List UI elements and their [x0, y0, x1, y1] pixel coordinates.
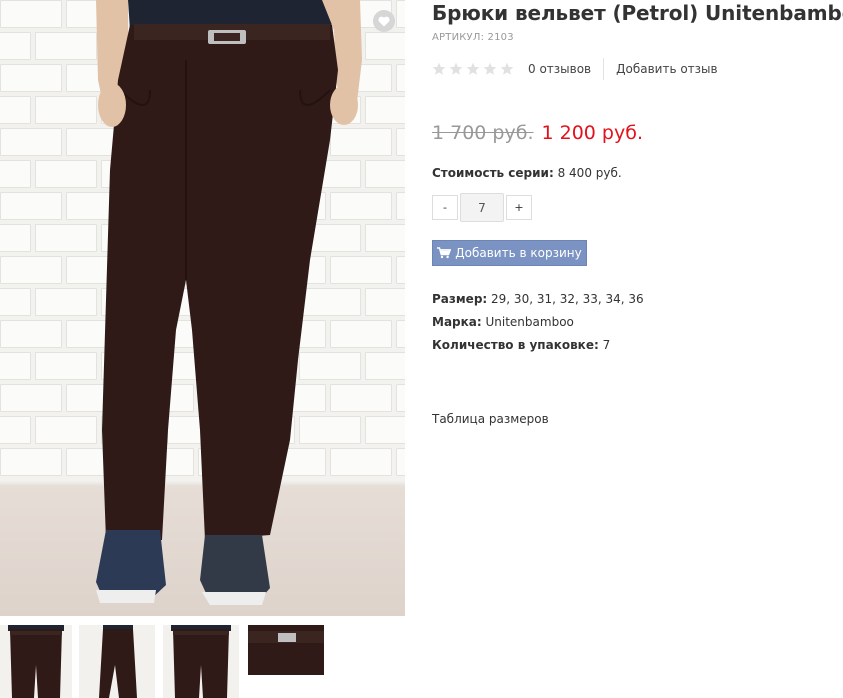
sku-value: 2103 — [487, 32, 514, 43]
product-photo-trousers — [96, 0, 362, 605]
star-icon[interactable] — [432, 62, 446, 76]
rating-row: 0 отзывов Добавить отзыв — [432, 58, 718, 80]
thumbnail-detail[interactable] — [248, 625, 324, 675]
series-cost-value: 8 400 руб. — [557, 166, 622, 180]
divider — [603, 58, 605, 80]
current-price: 1 200 руб. — [541, 122, 644, 144]
property-label: Марка: — [432, 315, 482, 329]
star-icon[interactable] — [466, 62, 480, 76]
price-block: 1 700 руб. 1 200 руб. — [432, 122, 643, 144]
thumbnail-side[interactable] — [79, 625, 155, 698]
property-pack-quantity: Количество в упаковке: 7 — [432, 338, 644, 361]
property-size: Размер: 29, 30, 31, 32, 33, 34, 36 — [432, 292, 644, 315]
product-title: Брюки вельвет (Petrol) Unitenbamboo — [432, 1, 843, 25]
add-review-link[interactable]: Добавить отзыв — [616, 62, 717, 76]
quantity-input[interactable] — [460, 193, 504, 222]
add-to-cart-button[interactable]: Добавить в корзину — [432, 240, 587, 266]
thumbnail-front[interactable] — [0, 625, 72, 698]
property-value: 7 — [602, 338, 611, 352]
product-sku: Артикул: 2103 — [432, 32, 514, 43]
property-label: Размер: — [432, 292, 488, 306]
quantity-decrease-button[interactable]: - — [432, 195, 458, 220]
product-main-image[interactable] — [0, 0, 405, 616]
heart-icon — [378, 16, 390, 26]
old-price: 1 700 руб. — [432, 122, 534, 144]
series-cost-label: Стоимость серии: — [432, 166, 554, 180]
star-icon[interactable] — [500, 62, 514, 76]
property-label: Количество в упаковке: — [432, 338, 599, 352]
property-value: 29, 30, 31, 32, 33, 34, 36 — [491, 292, 644, 306]
star-icon[interactable] — [483, 62, 497, 76]
product-properties: Размер: 29, 30, 31, 32, 33, 34, 36 Марка… — [432, 292, 644, 361]
star-icon[interactable] — [449, 62, 463, 76]
quantity-stepper: - + — [432, 193, 532, 222]
add-to-favorites-button[interactable] — [373, 10, 395, 32]
size-table-link[interactable]: Таблица размеров — [432, 412, 549, 426]
quantity-increase-button[interactable]: + — [506, 195, 532, 220]
reviews-count-link[interactable]: 0 отзывов — [528, 62, 591, 76]
property-value: Unitenbamboo — [485, 315, 574, 329]
sku-label: Артикул: — [432, 32, 485, 43]
thumbnail-back[interactable] — [163, 625, 239, 698]
shopping-cart-icon — [437, 247, 452, 259]
add-to-cart-label: Добавить в корзину — [455, 246, 582, 260]
rating-stars[interactable] — [432, 62, 514, 76]
property-brand: Марка: Unitenbamboo — [432, 315, 644, 338]
series-cost: Стоимость серии: 8 400 руб. — [432, 166, 622, 180]
